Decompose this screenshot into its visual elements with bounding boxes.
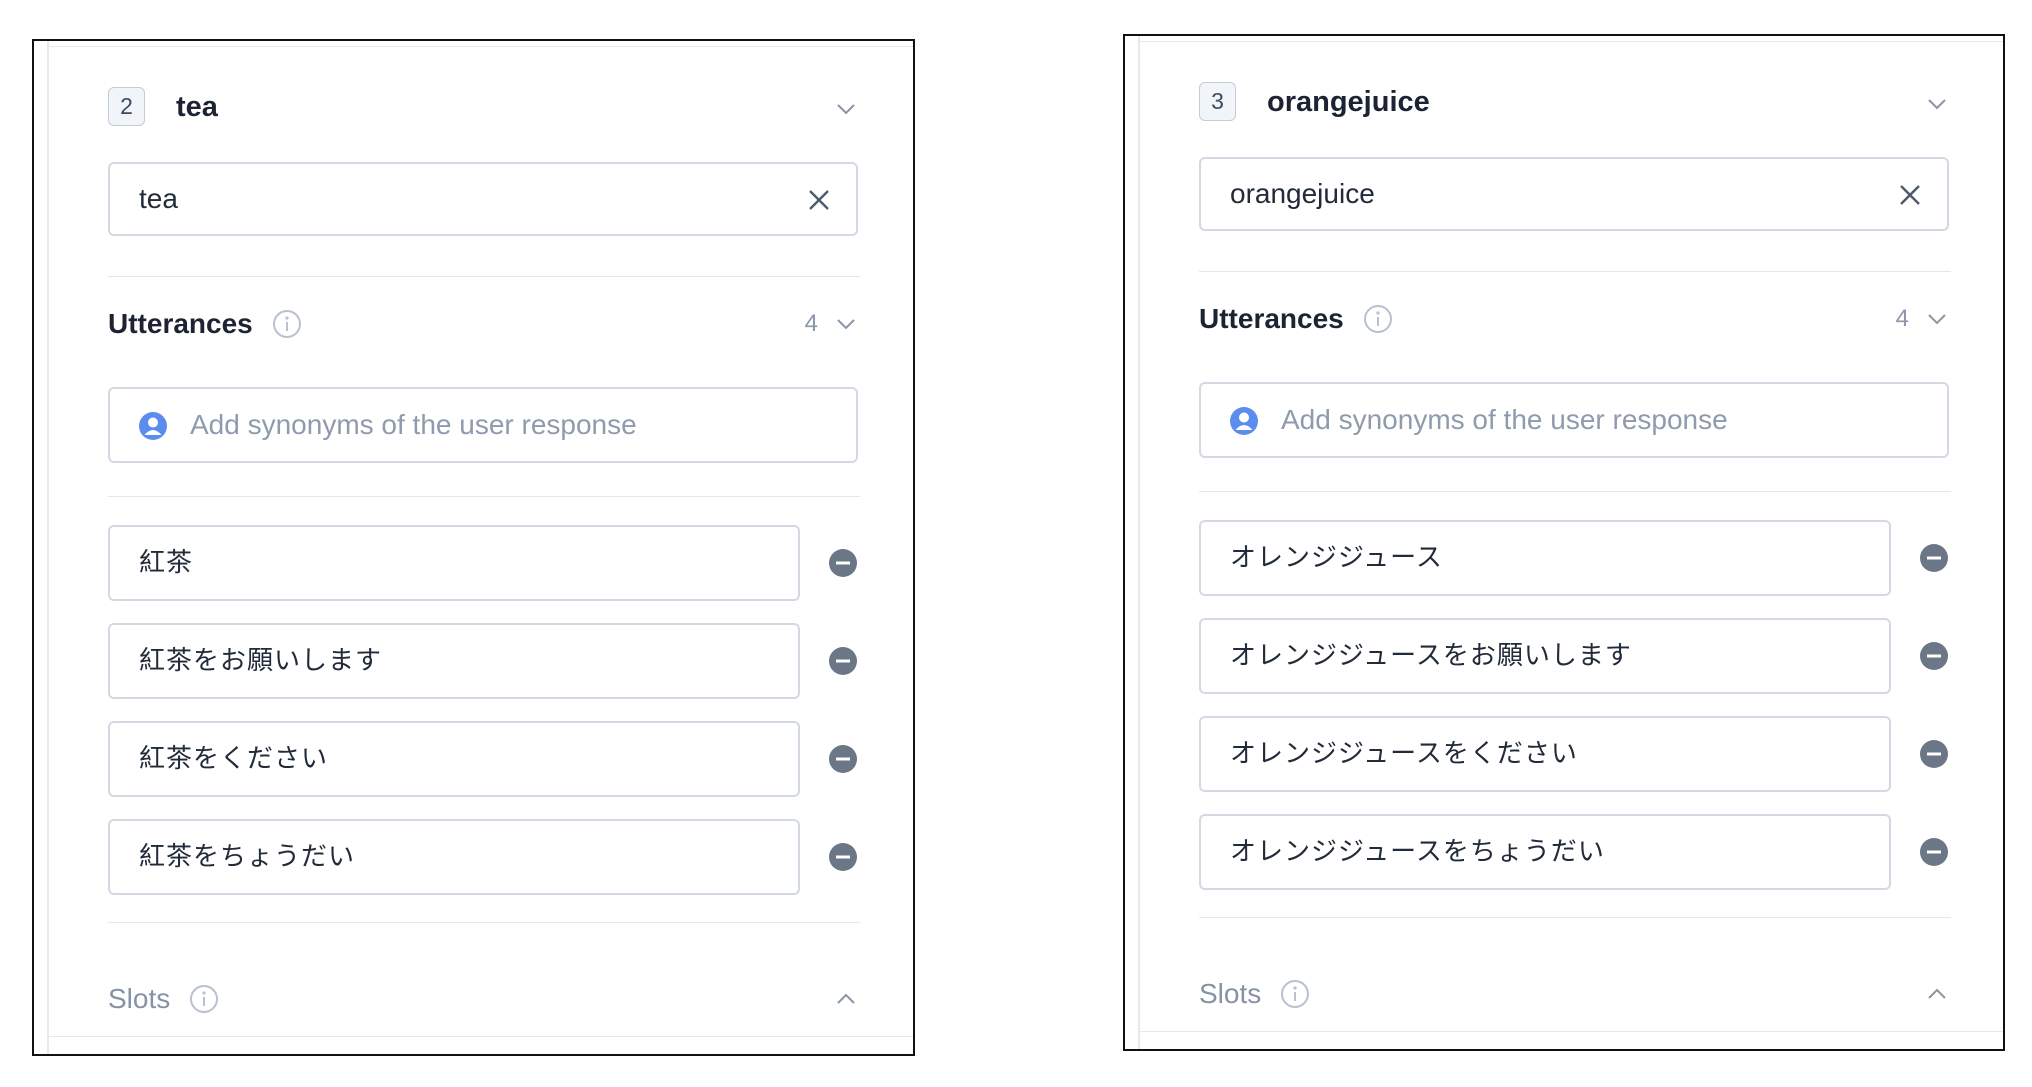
minus-circle-icon[interactable] bbox=[828, 744, 858, 774]
utterance-text: 紅茶をお願いします bbox=[139, 646, 383, 676]
add-utterance-input[interactable]: Add synonyms of the user response bbox=[1199, 382, 1949, 458]
panel-gutter bbox=[1138, 36, 1140, 1049]
utterances-count: 4 bbox=[1895, 305, 1909, 332]
utterance-input[interactable]: 紅茶 bbox=[108, 525, 800, 601]
divider bbox=[108, 922, 860, 923]
value-input[interactable]: tea bbox=[108, 162, 858, 236]
value-title: tea bbox=[176, 91, 218, 123]
chevron-up-icon[interactable] bbox=[1925, 982, 1949, 1006]
add-utterance-input[interactable]: Add synonyms of the user response bbox=[108, 387, 858, 463]
panel-gutter bbox=[47, 41, 49, 1054]
chevron-down-icon[interactable] bbox=[1925, 307, 1949, 331]
chevron-down-icon[interactable] bbox=[1925, 92, 1949, 116]
value-input-text: tea bbox=[139, 183, 178, 214]
add-utterance-placeholder: Add synonyms of the user response bbox=[190, 409, 637, 440]
utterance-input[interactable]: オレンジジュースをください bbox=[1199, 716, 1891, 792]
utterance-text: オレンジジュースをください bbox=[1230, 739, 1578, 769]
info-icon[interactable] bbox=[1280, 979, 1310, 1009]
utterance-row: オレンジジュースをください bbox=[1199, 716, 1949, 792]
info-icon[interactable] bbox=[1363, 304, 1393, 334]
utterances-label: Utterances bbox=[1199, 303, 1344, 334]
slots-section-header[interactable]: Slots bbox=[1199, 974, 1949, 1014]
value-header[interactable]: 3 orangejuice bbox=[1199, 82, 1949, 122]
utterance-text: オレンジジュース bbox=[1230, 543, 1443, 573]
utterance-input[interactable]: オレンジジュースをお願いします bbox=[1199, 618, 1891, 694]
divider bbox=[1199, 917, 1951, 918]
value-input-text: orangejuice bbox=[1230, 178, 1375, 209]
utterance-row: 紅茶 bbox=[108, 525, 858, 601]
slots-label: Slots bbox=[108, 983, 171, 1014]
chevron-down-icon[interactable] bbox=[834, 97, 858, 121]
minus-circle-icon[interactable] bbox=[828, 548, 858, 578]
utterance-input[interactable]: 紅茶をお願いします bbox=[108, 623, 800, 699]
utterance-input[interactable]: オレンジジュース bbox=[1199, 520, 1891, 596]
utterances-section-header[interactable]: Utterances 4 bbox=[108, 304, 858, 344]
entity-value-panel-tea: 2 tea tea Utterances 4 Add synonyms of t… bbox=[32, 39, 915, 1056]
value-title: orangejuice bbox=[1267, 86, 1430, 118]
utterance-row: オレンジジュース bbox=[1199, 520, 1949, 596]
value-number-badge: 2 bbox=[108, 87, 145, 126]
utterance-row: 紅茶をください bbox=[108, 721, 858, 797]
divider bbox=[1199, 491, 1951, 492]
user-icon bbox=[1230, 407, 1258, 435]
utterance-text: 紅茶をちょうだい bbox=[139, 842, 356, 872]
divider bbox=[108, 496, 860, 497]
minus-circle-icon[interactable] bbox=[1919, 641, 1949, 671]
value-number-badge: 3 bbox=[1199, 82, 1236, 121]
utterances-label: Utterances bbox=[108, 308, 253, 339]
utterance-row: 紅茶をお願いします bbox=[108, 623, 858, 699]
utterances-section-header[interactable]: Utterances 4 bbox=[1199, 299, 1949, 339]
utterances-count: 4 bbox=[804, 310, 818, 337]
utterance-row: オレンジジュースをちょうだい bbox=[1199, 814, 1949, 890]
value-input[interactable]: orangejuice bbox=[1199, 157, 1949, 231]
utterance-text: オレンジジュースをお願いします bbox=[1230, 641, 1632, 671]
utterance-text: 紅茶をください bbox=[139, 744, 329, 774]
utterance-input[interactable]: オレンジジュースをちょうだい bbox=[1199, 814, 1891, 890]
utterance-input[interactable]: 紅茶をちょうだい bbox=[108, 819, 800, 895]
entity-value-panel-orangejuice: 3 orangejuice orangejuice Utterances 4 A… bbox=[1123, 34, 2005, 1051]
utterance-input[interactable]: 紅茶をください bbox=[108, 721, 800, 797]
info-icon[interactable] bbox=[189, 984, 219, 1014]
chevron-down-icon[interactable] bbox=[834, 312, 858, 336]
add-utterance-placeholder: Add synonyms of the user response bbox=[1281, 404, 1728, 435]
minus-circle-icon[interactable] bbox=[1919, 543, 1949, 573]
utterance-text: オレンジジュースをちょうだい bbox=[1230, 837, 1605, 867]
minus-circle-icon[interactable] bbox=[1919, 837, 1949, 867]
info-icon[interactable] bbox=[272, 309, 302, 339]
minus-circle-icon[interactable] bbox=[828, 842, 858, 872]
divider bbox=[1199, 271, 1951, 272]
value-header[interactable]: 2 tea bbox=[108, 87, 858, 127]
divider bbox=[108, 276, 860, 277]
close-icon[interactable] bbox=[806, 187, 832, 213]
chevron-up-icon[interactable] bbox=[834, 987, 858, 1011]
utterance-row: 紅茶をちょうだい bbox=[108, 819, 858, 895]
user-icon bbox=[139, 412, 167, 440]
close-icon[interactable] bbox=[1897, 182, 1923, 208]
slots-label: Slots bbox=[1199, 978, 1262, 1009]
minus-circle-icon[interactable] bbox=[1919, 739, 1949, 769]
utterance-row: オレンジジュースをお願いします bbox=[1199, 618, 1949, 694]
slots-section-header[interactable]: Slots bbox=[108, 979, 858, 1019]
minus-circle-icon[interactable] bbox=[828, 646, 858, 676]
utterance-text: 紅茶 bbox=[139, 548, 194, 578]
